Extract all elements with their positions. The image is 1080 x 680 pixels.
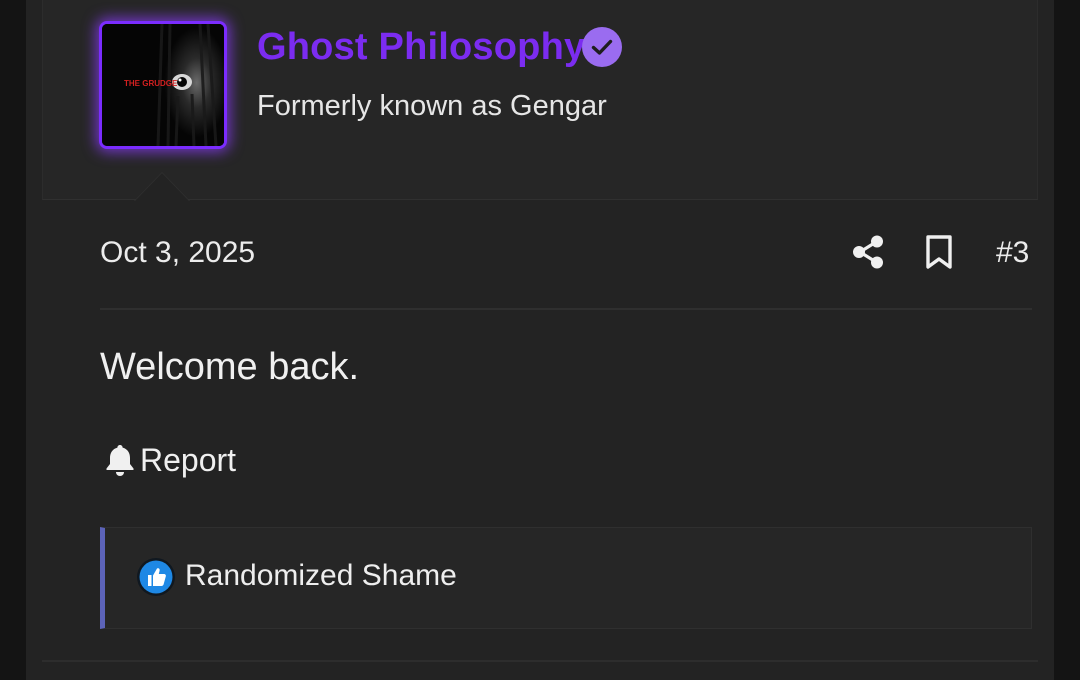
bookmark-icon[interactable] xyxy=(922,234,956,270)
post-container: THE GRUDGE Ghost Philosophy Formerly kno… xyxy=(26,0,1054,680)
verified-badge-icon xyxy=(582,27,622,67)
reactions-bar[interactable]: Randomized Shame xyxy=(100,527,1032,629)
username[interactable]: Ghost Philosophy xyxy=(257,26,585,69)
reaction-text[interactable]: Randomized Shame xyxy=(185,559,457,593)
post-message: Welcome back. xyxy=(100,346,360,388)
report-label: Report xyxy=(140,441,237,478)
user-title: Formerly known as Gengar xyxy=(257,90,607,122)
bell-icon xyxy=(106,445,134,476)
post-date[interactable]: Oct 3, 2025 xyxy=(100,236,255,270)
avatar[interactable]: THE GRUDGE xyxy=(99,21,227,149)
thumbs-up-icon xyxy=(137,558,175,596)
report-button[interactable]: Report xyxy=(104,440,236,480)
avatar-caption: THE GRUDGE xyxy=(124,79,178,88)
bottom-divider xyxy=(42,660,1038,662)
divider xyxy=(100,308,1032,310)
share-icon[interactable] xyxy=(850,234,886,270)
post-number[interactable]: #3 xyxy=(996,236,1029,270)
avatar-image: THE GRUDGE xyxy=(102,24,224,146)
